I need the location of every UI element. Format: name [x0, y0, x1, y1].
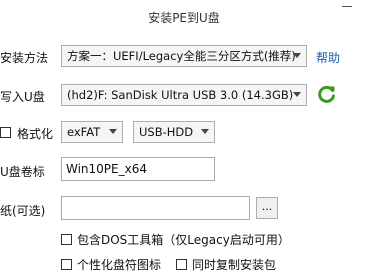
- copy-package-label: 同时复制安装包: [192, 258, 277, 272]
- install-method-value: 方案一：UEFI/Legacy全能三分区方式(推荐): [67, 49, 296, 63]
- window-title: 安装PE到U盘: [148, 11, 220, 25]
- copy-package-checkbox[interactable]: [176, 259, 187, 270]
- title-bar: 安装PE到U盘: [0, 0, 368, 32]
- chevron-down-icon: [109, 129, 117, 134]
- wallpaper-path-input[interactable]: [61, 196, 250, 220]
- filesystem-select[interactable]: exFAT: [61, 121, 123, 143]
- personalize-checkbox[interactable]: [61, 259, 72, 270]
- dos-tools-checkbox[interactable]: [61, 234, 72, 245]
- format-checkbox[interactable]: [0, 127, 11, 138]
- wallpaper-label: 纸(可选): [0, 204, 46, 218]
- target-usb-label: 写入U盘: [0, 90, 45, 104]
- filesystem-value: exFAT: [67, 125, 101, 139]
- browse-button[interactable]: ...: [256, 197, 278, 219]
- chevron-down-icon: [293, 53, 301, 58]
- chevron-down-icon: [293, 92, 301, 97]
- volume-label-label: U盘卷标: [0, 165, 45, 179]
- boot-mode-value: USB-HDD: [139, 125, 194, 139]
- format-label: 格式化: [17, 127, 54, 141]
- minimize-icon[interactable]: [340, 2, 354, 12]
- help-link[interactable]: 帮助: [316, 49, 340, 66]
- target-usb-value: (hd2)F: SanDisk Ultra USB 3.0 (14.3GB): [67, 88, 294, 102]
- install-method-label: 安装方法: [0, 51, 49, 65]
- dos-tools-label: 包含DOS工具箱（仅Legacy启动可用）: [77, 233, 290, 247]
- personalize-label: 个性化盘符图标: [77, 258, 162, 272]
- boot-mode-select[interactable]: USB-HDD: [133, 121, 215, 143]
- install-method-select[interactable]: 方案一：UEFI/Legacy全能三分区方式(推荐): [61, 45, 307, 67]
- chevron-down-icon: [201, 129, 209, 134]
- refresh-icon[interactable]: [317, 84, 337, 104]
- volume-label-input[interactable]: Win10PE_x64: [61, 157, 215, 181]
- target-usb-select[interactable]: (hd2)F: SanDisk Ultra USB 3.0 (14.3GB): [61, 84, 307, 106]
